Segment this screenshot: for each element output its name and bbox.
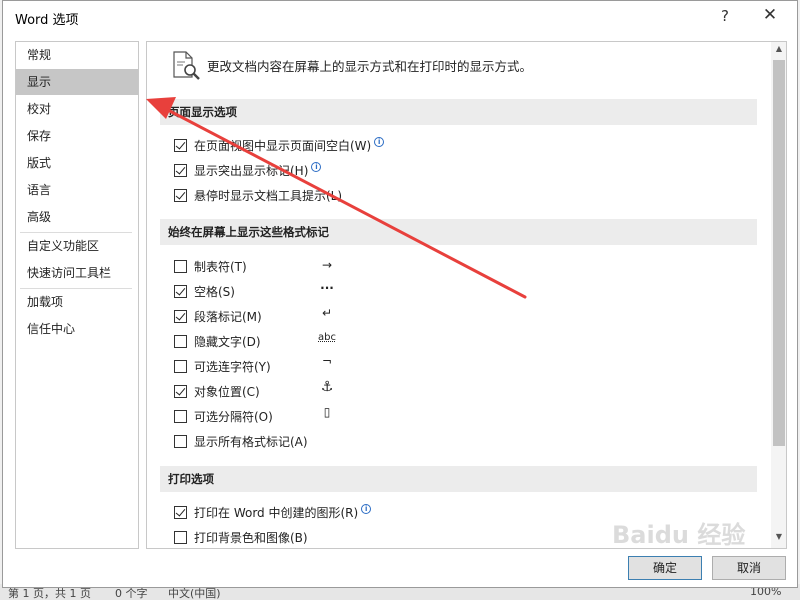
checkbox[interactable] <box>174 384 187 398</box>
nav-item-add-ins[interactable]: 加载项 <box>16 289 138 315</box>
word-options-dialog: Word 选项 ? ✕ 常规 显示 校对 保存 版式 语言 高级 自定义功能区 … <box>2 0 798 588</box>
scroll-up-icon[interactable]: ▲ <box>771 44 786 58</box>
checkbox[interactable] <box>174 284 187 298</box>
option-label: 显示所有格式标记(A) <box>194 434 308 449</box>
option-tab-characters[interactable]: 制表符(T) <box>174 256 247 276</box>
close-icon[interactable]: ✕ <box>759 5 781 27</box>
nav-item-advanced[interactable]: 高级 <box>16 204 138 230</box>
checkbox[interactable] <box>174 530 187 544</box>
option-object-anchors[interactable]: 对象位置(C) <box>174 381 260 401</box>
option-show-document-tooltips[interactable]: 悬停时显示文档工具提示(L) <box>174 185 342 205</box>
anchor-icon: ⚓ <box>320 379 334 395</box>
section-printing-options: 打印选项 <box>160 466 757 492</box>
checkbox[interactable] <box>174 138 187 152</box>
help-icon[interactable]: ? <box>715 7 735 27</box>
option-label: 打印背景色和图像(B) <box>194 530 308 545</box>
cancel-button[interactable]: 取消 <box>712 556 786 580</box>
nav-item-language[interactable]: 语言 <box>16 177 138 203</box>
option-label: 段落标记(M) <box>194 309 262 324</box>
nav-item-customize-ribbon[interactable]: 自定义功能区 <box>16 233 138 259</box>
scrollbar-thumb[interactable] <box>773 60 785 446</box>
option-label: 隐藏文字(D) <box>194 334 261 349</box>
option-label: 悬停时显示文档工具提示(L) <box>194 188 343 203</box>
tab-arrow-icon: → <box>321 258 333 272</box>
checkbox[interactable] <box>174 409 187 423</box>
paragraph-mark-icon: ↵ <box>321 306 333 320</box>
info-icon[interactable]: i <box>374 137 385 147</box>
checkbox[interactable] <box>174 163 187 177</box>
option-print-drawings[interactable]: 打印在 Word 中创建的图形(R) i <box>174 502 372 522</box>
option-optional-breaks[interactable]: 可选分隔符(O) <box>174 406 273 426</box>
optional-break-icon: ▯ <box>323 405 331 419</box>
option-paragraph-marks[interactable]: 段落标记(M) <box>174 306 262 326</box>
option-label: 可选连字符(Y) <box>194 359 271 374</box>
option-optional-hyphens[interactable]: 可选连字符(Y) <box>174 356 271 376</box>
checkbox[interactable] <box>174 359 187 373</box>
watermark: Baidu 经验 <box>612 521 746 549</box>
scroll-down-icon[interactable]: ▼ <box>771 532 786 546</box>
section-page-display-options: 页面显示选项 <box>160 99 757 125</box>
nav-item-trust-center[interactable]: 信任中心 <box>16 316 138 342</box>
checkbox[interactable] <box>174 505 187 519</box>
section-formatting-marks: 始终在屏幕上显示这些格式标记 <box>160 219 757 245</box>
option-print-background[interactable]: 打印背景色和图像(B) <box>174 527 308 547</box>
ok-button[interactable]: 确定 <box>628 556 702 580</box>
nav-item-layout[interactable]: 版式 <box>16 150 138 176</box>
info-icon[interactable]: i <box>311 162 322 172</box>
option-show-all-formatting-marks[interactable]: 显示所有格式标记(A) <box>174 431 308 451</box>
nav-item-proofing[interactable]: 校对 <box>16 96 138 122</box>
option-label: 在页面视图中显示页面间空白(W) <box>194 138 372 153</box>
nav-item-quick-access-toolbar[interactable]: 快速访问工具栏 <box>16 260 138 286</box>
space-dots-icon: ··· <box>320 281 334 295</box>
title-bar: Word 选项 ? ✕ <box>3 1 797 33</box>
option-label: 打印在 Word 中创建的图形(R) <box>194 505 359 520</box>
option-label: 显示突出显示标记(H) <box>194 163 309 178</box>
options-nav: 常规 显示 校对 保存 版式 语言 高级 自定义功能区 快速访问工具栏 加载项 … <box>15 41 139 549</box>
document-magnifier-icon <box>173 51 200 80</box>
dialog-title: Word 选项 <box>15 13 79 28</box>
option-spaces[interactable]: 空格(S) <box>174 281 235 301</box>
nav-item-display[interactable]: 显示 <box>16 69 138 95</box>
checkbox[interactable] <box>174 309 187 323</box>
checkbox[interactable] <box>174 434 187 448</box>
panel-description: 更改文档内容在屏幕上的显示方式和在打印时的显示方式。 <box>207 59 533 74</box>
vertical-scrollbar[interactable]: ▲ ▼ <box>771 42 786 548</box>
hidden-text-icon: abc <box>318 332 336 343</box>
checkbox[interactable] <box>174 259 187 273</box>
option-label: 对象位置(C) <box>194 384 260 399</box>
option-hidden-text[interactable]: 隐藏文字(D) <box>174 331 261 351</box>
option-show-highlighter-marks[interactable]: 显示突出显示标记(H) i <box>174 160 322 180</box>
nav-item-general[interactable]: 常规 <box>16 42 138 68</box>
info-icon[interactable]: i <box>361 504 372 514</box>
checkbox[interactable] <box>174 334 187 348</box>
display-options-panel: 更改文档内容在屏幕上的显示方式和在打印时的显示方式。 页面显示选项 在页面视图中… <box>146 41 787 549</box>
option-label: 制表符(T) <box>194 259 247 274</box>
checkbox[interactable] <box>174 188 187 202</box>
nav-item-save[interactable]: 保存 <box>16 123 138 149</box>
optional-hyphen-icon: ¬ <box>321 354 333 368</box>
option-label: 空格(S) <box>194 284 235 299</box>
option-show-whitespace[interactable]: 在页面视图中显示页面间空白(W) i <box>174 135 385 155</box>
option-label: 可选分隔符(O) <box>194 409 273 424</box>
